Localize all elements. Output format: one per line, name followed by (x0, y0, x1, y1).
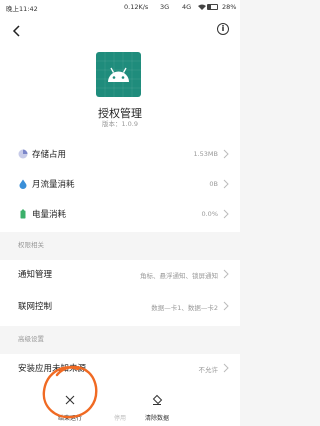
section-title-permissions: 权限相关 (18, 241, 44, 249)
android-robot-icon (96, 52, 141, 97)
monthly-data-value: 0B (209, 180, 218, 188)
status-time: 晚上11:42 (6, 5, 38, 13)
chevron-right-icon (223, 209, 229, 219)
back-arrow-icon[interactable] (10, 24, 24, 38)
force-stop-label: 结束运行 (57, 415, 82, 422)
close-x-icon (65, 395, 75, 405)
app-icon (96, 52, 141, 97)
clear-data-label: 清除数据 (144, 415, 169, 422)
force-stop-button[interactable]: 结束运行 (45, 388, 95, 426)
section-title-advanced: 高级设置 (18, 335, 44, 343)
signal-4g: 4G (182, 3, 192, 11)
storage-label: 存储占用 (32, 150, 67, 160)
battery-usage-value: 0.0% (201, 210, 218, 218)
monthly-data-row[interactable]: 月流量消耗 0B (0, 170, 240, 200)
storage-value: 1.53MB (193, 150, 218, 158)
battery-green-icon (20, 209, 26, 219)
info-icon[interactable]: i (217, 23, 229, 35)
storage-row[interactable]: 存储占用 1.53MB (0, 140, 240, 170)
storage-pie-icon (18, 149, 28, 159)
notification-label: 通知管理 (18, 270, 53, 280)
network-control-value: 数据—卡1、数据—卡2 (151, 304, 218, 312)
wifi-icon (198, 4, 206, 10)
chevron-right-icon (223, 301, 229, 311)
network-speed: 0.12K/s (124, 3, 149, 11)
notification-value: 角标、悬浮通知、锁屏通知 (140, 272, 218, 280)
water-drop-icon (19, 179, 27, 189)
monthly-data-label: 月流量消耗 (32, 180, 75, 190)
network-control-label: 联网控制 (18, 302, 53, 312)
app-info-page: i 授权管理 版本：1.0.9 存储占用 1.53MB 月流量消耗 0B 电量消… (0, 14, 240, 426)
chevron-right-icon (223, 149, 229, 159)
signal-3g: 3G (160, 3, 170, 11)
battery-usage-label: 电量消耗 (32, 210, 67, 220)
install-unknown-row[interactable]: 安装应用未知来源 不允许 (0, 354, 240, 384)
bottom-action-bar: 结束运行 停用 清除数据 (0, 388, 240, 426)
app-version: 版本：1.0.9 (101, 120, 139, 128)
battery-icon (207, 4, 218, 10)
battery-usage-row[interactable]: 电量消耗 0.0% (0, 200, 240, 230)
notification-row[interactable]: 通知管理 角标、悬浮通知、锁屏通知 (0, 260, 240, 290)
chevron-right-icon (223, 363, 229, 373)
install-unknown-label: 安装应用未知来源 (18, 364, 87, 374)
chevron-right-icon (223, 179, 229, 189)
clear-data-button[interactable]: 清除数据 (132, 388, 182, 426)
network-control-row[interactable]: 联网控制 数据—卡1、数据—卡2 (0, 292, 240, 322)
status-bar: 晚上11:42 0.12K/s 3G 4G 28% (0, 0, 240, 14)
chevron-right-icon (223, 269, 229, 279)
battery-percent: 28% (222, 3, 237, 11)
install-unknown-value: 不允许 (198, 366, 219, 374)
eraser-icon (152, 394, 163, 405)
